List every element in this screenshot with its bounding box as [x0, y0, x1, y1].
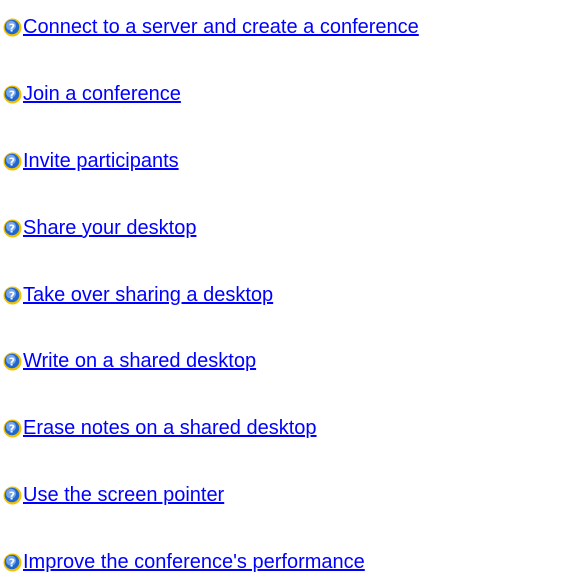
help-topic-link[interactable]: Erase notes on a shared desktop [23, 416, 317, 440]
help-question-icon: ? [3, 219, 22, 238]
help-question-icon: ? [3, 352, 22, 371]
svg-text:?: ? [9, 489, 15, 502]
help-topic-link[interactable]: Connect to a server and create a confere… [23, 15, 419, 39]
help-topic-item: ? Erase notes on a shared desktop [3, 413, 317, 443]
help-topic-link[interactable]: Use the screen pointer [23, 483, 224, 507]
help-topic-item: ? Connect to a server and create a confe… [3, 12, 419, 42]
svg-text:?: ? [9, 155, 15, 168]
help-topic-item: ? Share your desktop [3, 213, 196, 243]
help-question-icon: ? [3, 152, 22, 171]
help-question-icon: ? [3, 18, 22, 37]
help-question-icon: ? [3, 419, 22, 438]
help-question-icon: ? [3, 286, 22, 305]
svg-text:?: ? [9, 556, 15, 569]
svg-text:?: ? [9, 355, 15, 368]
help-topic-item: ? Join a conference [3, 79, 181, 109]
help-topic-link[interactable]: Invite participants [23, 149, 179, 173]
help-question-icon: ? [3, 85, 22, 104]
svg-text:?: ? [9, 422, 15, 435]
svg-text:?: ? [9, 222, 15, 235]
help-topic-item: ? Invite participants [3, 146, 179, 176]
svg-text:?: ? [9, 21, 15, 34]
help-question-icon: ? [3, 553, 22, 572]
help-topic-link[interactable]: Join a conference [23, 82, 181, 106]
help-topic-item: ? Take over sharing a desktop [3, 280, 273, 310]
help-topic-item: ? Write on a shared desktop [3, 346, 256, 376]
svg-text:?: ? [9, 289, 15, 302]
svg-text:?: ? [9, 88, 15, 101]
help-topic-link[interactable]: Write on a shared desktop [23, 349, 256, 373]
help-topic-link[interactable]: Improve the conference's performance [23, 550, 365, 574]
help-topic-item: ? Improve the conference's performance [3, 547, 365, 577]
help-topic-item: ? Use the screen pointer [3, 480, 224, 510]
help-topic-link[interactable]: Take over sharing a desktop [23, 283, 273, 307]
help-topic-link[interactable]: Share your desktop [23, 216, 196, 240]
help-question-icon: ? [3, 486, 22, 505]
